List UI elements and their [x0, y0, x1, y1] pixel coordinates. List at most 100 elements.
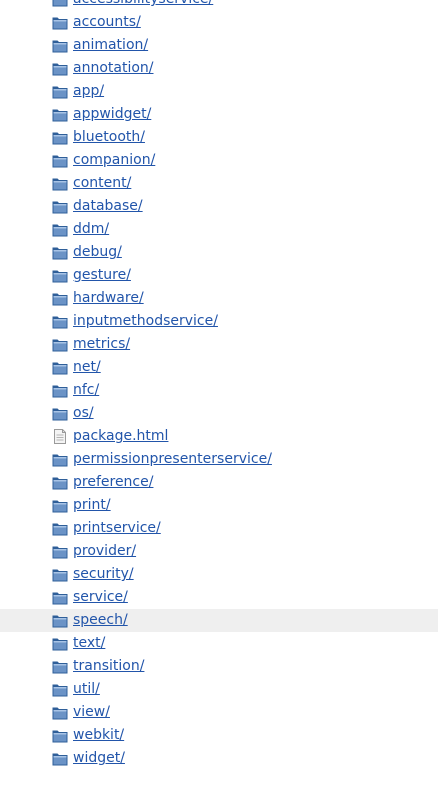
- entry-link[interactable]: bluetooth/: [73, 128, 145, 146]
- entry-link[interactable]: widget/: [73, 749, 125, 767]
- entry-link[interactable]: content/: [73, 174, 131, 192]
- entry-link[interactable]: gesture/: [73, 266, 131, 284]
- list-item[interactable]: bluetooth/: [0, 126, 438, 149]
- list-item[interactable]: printservice/: [0, 517, 438, 540]
- list-item[interactable]: debug/: [0, 241, 438, 264]
- list-item[interactable]: app/: [0, 80, 438, 103]
- folder-icon: [52, 682, 68, 697]
- list-item[interactable]: net/: [0, 356, 438, 379]
- folder-icon: [52, 452, 68, 467]
- folder-icon: [52, 222, 68, 237]
- folder-icon: [52, 383, 68, 398]
- folder-icon: [52, 107, 68, 122]
- folder-icon: [52, 268, 68, 283]
- list-item[interactable]: appwidget/: [0, 103, 438, 126]
- entry-link[interactable]: util/: [73, 680, 100, 698]
- folder-icon: [52, 0, 68, 7]
- entry-link[interactable]: debug/: [73, 243, 122, 261]
- list-item[interactable]: gesture/: [0, 264, 438, 287]
- entry-link[interactable]: text/: [73, 634, 105, 652]
- list-item[interactable]: webkit/: [0, 724, 438, 747]
- list-item[interactable]: text/: [0, 632, 438, 655]
- list-item[interactable]: print/: [0, 494, 438, 517]
- list-item[interactable]: os/: [0, 402, 438, 425]
- folder-icon: [52, 567, 68, 582]
- folder-icon: [52, 705, 68, 720]
- folder-icon: [52, 590, 68, 605]
- folder-icon: [52, 84, 68, 99]
- entry-link[interactable]: transition/: [73, 657, 144, 675]
- entry-link[interactable]: appwidget/: [73, 105, 151, 123]
- entry-link[interactable]: package.html: [73, 427, 168, 445]
- folder-icon: [52, 475, 68, 490]
- list-item[interactable]: provider/: [0, 540, 438, 563]
- list-item[interactable]: util/: [0, 678, 438, 701]
- entry-link[interactable]: nfc/: [73, 381, 99, 399]
- list-item[interactable]: security/: [0, 563, 438, 586]
- list-item[interactable]: database/: [0, 195, 438, 218]
- folder-icon: [52, 544, 68, 559]
- folder-icon: [52, 498, 68, 513]
- folder-icon: [52, 337, 68, 352]
- entry-link[interactable]: print/: [73, 496, 111, 514]
- entry-link[interactable]: preference/: [73, 473, 153, 491]
- list-item[interactable]: nfc/: [0, 379, 438, 402]
- folder-icon: [52, 636, 68, 651]
- entry-link[interactable]: service/: [73, 588, 128, 606]
- entry-link[interactable]: metrics/: [73, 335, 130, 353]
- list-item[interactable]: preference/: [0, 471, 438, 494]
- folder-icon: [52, 659, 68, 674]
- folder-icon: [52, 751, 68, 766]
- entry-link[interactable]: companion/: [73, 151, 155, 169]
- folder-icon: [52, 176, 68, 191]
- directory-listing: accessibilityservice/accounts/animation/…: [0, 0, 438, 770]
- list-item[interactable]: content/: [0, 172, 438, 195]
- list-item[interactable]: animation/: [0, 34, 438, 57]
- entry-link[interactable]: ddm/: [73, 220, 109, 238]
- list-item[interactable]: inputmethodservice/: [0, 310, 438, 333]
- list-item[interactable]: companion/: [0, 149, 438, 172]
- list-item[interactable]: view/: [0, 701, 438, 724]
- entry-link[interactable]: inputmethodservice/: [73, 312, 218, 330]
- entry-link[interactable]: permissionpresenterservice/: [73, 450, 272, 468]
- folder-icon: [52, 38, 68, 53]
- entry-link[interactable]: os/: [73, 404, 94, 422]
- folder-icon: [52, 153, 68, 168]
- entry-link[interactable]: annotation/: [73, 59, 154, 77]
- list-item[interactable]: service/: [0, 586, 438, 609]
- entry-link[interactable]: accessibilityservice/: [73, 0, 213, 8]
- list-item[interactable]: ddm/: [0, 218, 438, 241]
- list-item[interactable]: package.html: [0, 425, 438, 448]
- entry-link[interactable]: printservice/: [73, 519, 161, 537]
- entry-link[interactable]: webkit/: [73, 726, 124, 744]
- entry-link[interactable]: view/: [73, 703, 110, 721]
- entry-link[interactable]: hardware/: [73, 289, 144, 307]
- entry-link[interactable]: animation/: [73, 36, 148, 54]
- list-item[interactable]: speech/: [0, 609, 438, 632]
- list-item[interactable]: metrics/: [0, 333, 438, 356]
- list-item[interactable]: widget/: [0, 747, 438, 770]
- entry-link[interactable]: security/: [73, 565, 134, 583]
- list-item[interactable]: accounts/: [0, 11, 438, 34]
- folder-icon: [52, 199, 68, 214]
- folder-icon: [52, 291, 68, 306]
- folder-icon: [52, 15, 68, 30]
- entry-link[interactable]: provider/: [73, 542, 136, 560]
- list-item[interactable]: accessibilityservice/: [0, 0, 438, 11]
- folder-icon: [52, 521, 68, 536]
- entry-link[interactable]: net/: [73, 358, 101, 376]
- folder-icon: [52, 245, 68, 260]
- folder-icon: [52, 130, 68, 145]
- list-item[interactable]: hardware/: [0, 287, 438, 310]
- entry-link[interactable]: app/: [73, 82, 104, 100]
- entry-link[interactable]: accounts/: [73, 13, 141, 31]
- entry-link[interactable]: database/: [73, 197, 143, 215]
- entry-link[interactable]: speech/: [73, 611, 128, 629]
- list-item[interactable]: transition/: [0, 655, 438, 678]
- folder-icon: [52, 314, 68, 329]
- list-item[interactable]: permissionpresenterservice/: [0, 448, 438, 471]
- folder-icon: [52, 728, 68, 743]
- file-icon: [52, 429, 68, 444]
- list-item[interactable]: annotation/: [0, 57, 438, 80]
- folder-icon: [52, 613, 68, 628]
